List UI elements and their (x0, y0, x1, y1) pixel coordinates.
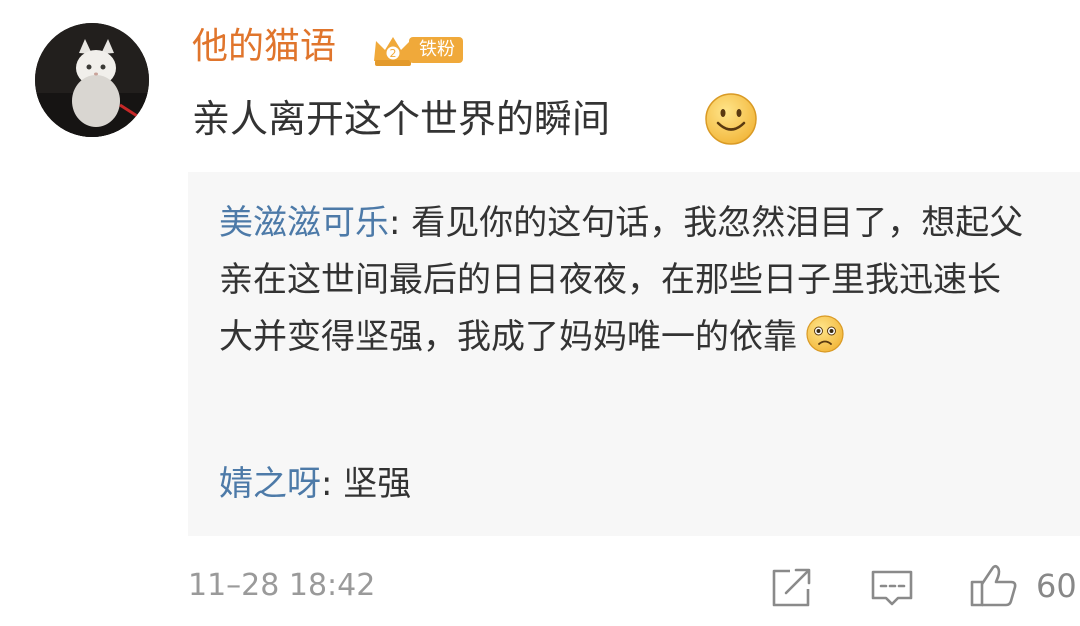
share-icon (772, 568, 811, 607)
timestamp: 11–28 18:42 (188, 568, 376, 603)
sad-emoji-icon (806, 315, 844, 353)
avatar[interactable] (35, 23, 149, 137)
reply-separator: : (321, 464, 344, 504)
cat-avatar-image (35, 23, 149, 137)
reply-author[interactable]: 婧之呀 (219, 464, 321, 504)
thumbs-up-icon (970, 564, 1017, 607)
comment-button[interactable] (868, 560, 916, 610)
like-count: 60 (1036, 567, 1077, 605)
smile-emoji-icon (705, 93, 757, 145)
svg-text:2: 2 (390, 47, 397, 60)
reply-item: 美滋滋可乐: 看见你的这句话，我忽然泪目了，想起父亲在这世间最后的日日夜夜，在那… (219, 195, 1034, 366)
reply-list: 美滋滋可乐: 看见你的这句话，我忽然泪目了，想起父亲在这世间最后的日日夜夜，在那… (188, 172, 1080, 536)
fan-badge-label: 铁粉 (409, 37, 463, 63)
like-button[interactable]: 60 (968, 560, 1080, 610)
fan-badge[interactable]: 2 铁粉 (371, 33, 467, 69)
author-name[interactable]: 他的猫语 (192, 22, 336, 72)
reply-text: 坚强 (343, 464, 412, 504)
reply-author[interactable]: 美滋滋可乐 (219, 203, 389, 243)
post-text: 亲人离开这个世界的瞬间 (192, 97, 611, 141)
reply-item: 婧之呀: 坚强 (219, 456, 411, 513)
comment-icon (871, 570, 913, 606)
reply-separator: : (389, 203, 412, 243)
share-button[interactable] (768, 560, 814, 610)
